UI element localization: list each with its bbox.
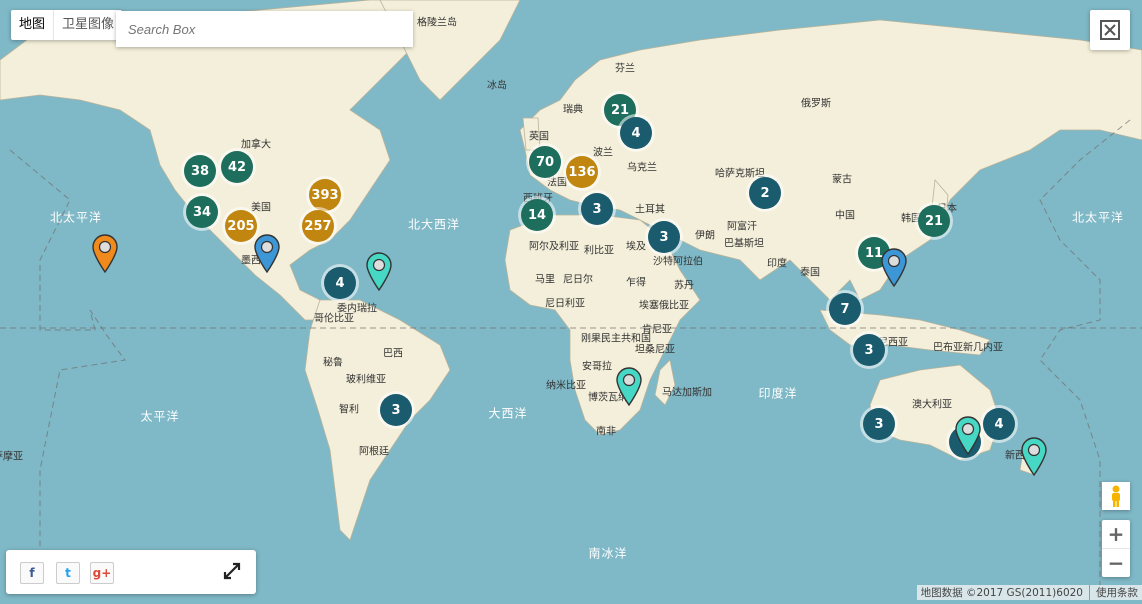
cluster-marker[interactable]: 4 (620, 117, 652, 149)
cluster-marker[interactable]: 21 (918, 205, 950, 237)
country-label: 哈萨克斯坦 (715, 168, 765, 180)
zoom-in-button[interactable]: + (1102, 520, 1130, 548)
country-label: 中国 (835, 210, 855, 222)
cluster-marker[interactable]: 3 (648, 221, 680, 253)
country-label: 波兰 (593, 147, 613, 159)
country-label: 巴布亚新几内亚 (933, 342, 1003, 354)
country-label: 纳米比亚 (546, 380, 586, 392)
map-pin-marker[interactable] (954, 415, 982, 456)
country-label: 尼日尔 (563, 274, 593, 286)
ocean-label-atlantic: 大西洋 (488, 406, 528, 421)
country-label: 南非 (596, 426, 616, 438)
country-label: 伊朗 (695, 230, 715, 242)
ocean-label-indian: 印度洋 (758, 386, 798, 401)
country-label: 哥伦比亚 (314, 313, 354, 325)
cluster-marker[interactable]: 3 (853, 334, 885, 366)
country-label: 阿富汗 (727, 221, 757, 233)
share-panel: f t g+ (6, 550, 256, 594)
country-label: 巴西 (383, 348, 403, 360)
country-label: 秘鲁 (323, 357, 343, 369)
cluster-marker[interactable]: 3 (581, 193, 613, 225)
country-label: 澳大利亚 (912, 399, 952, 411)
country-label: 乌克兰 (627, 162, 657, 174)
zoom-control: + − (1102, 520, 1130, 577)
country-label: 阿尔及利亚 (529, 241, 579, 253)
country-label: 萨摩亚 (0, 451, 23, 463)
country-label: 巴基斯坦 (724, 238, 764, 250)
country-label: 玻利维亚 (346, 374, 386, 386)
country-label: 乍得 (626, 277, 646, 289)
map-pin-marker[interactable] (365, 251, 393, 292)
map-type-map-button[interactable]: 地图 (11, 10, 53, 40)
fullscreen-button[interactable] (1090, 10, 1130, 50)
cluster-marker[interactable]: 14 (521, 199, 553, 231)
twitter-icon: t (65, 566, 71, 580)
country-label: 沙特阿拉伯 (653, 256, 703, 268)
cluster-marker[interactable]: 136 (566, 156, 598, 188)
map-type-satellite-button[interactable]: 卫星图像 (53, 10, 122, 40)
zoom-out-button[interactable]: − (1102, 548, 1130, 577)
map-type-control: 地图 卫星图像 (11, 10, 123, 40)
country-label: 俄罗斯 (801, 98, 831, 110)
country-label: 泰国 (800, 267, 820, 279)
country-label: 蒙古 (832, 174, 852, 186)
map-pin-marker[interactable] (253, 233, 281, 274)
country-label: 土耳其 (635, 204, 665, 216)
cluster-marker[interactable]: 4 (324, 267, 356, 299)
country-label: 坦桑尼亚 (635, 344, 675, 356)
google-plus-icon: g+ (92, 566, 112, 580)
country-label: 肯尼亚 (642, 324, 672, 336)
map-data-attribution: 地图数据 ©2017 GS(2011)6020 (920, 587, 1083, 599)
country-label: 格陵兰岛 (417, 17, 457, 29)
country-label: 美国 (251, 202, 271, 214)
country-label: 苏丹 (674, 280, 694, 292)
search-input[interactable] (116, 11, 413, 47)
country-label: 加拿大 (241, 139, 271, 151)
fullscreen-icon (1100, 20, 1120, 40)
country-label: 马里 (535, 274, 555, 286)
street-view-pegman-button[interactable] (1102, 482, 1130, 510)
map-pin-marker[interactable] (1020, 436, 1048, 477)
cluster-marker[interactable]: 42 (221, 151, 253, 183)
country-label: 埃塞俄比亚 (639, 300, 689, 312)
cluster-marker[interactable]: 7 (829, 293, 861, 325)
cluster-marker[interactable]: 4 (983, 408, 1015, 440)
cluster-marker[interactable]: 393 (309, 179, 341, 211)
cluster-marker[interactable]: 3 (863, 408, 895, 440)
country-label: 阿根廷 (359, 446, 389, 458)
ocean-label-north-pacific-right: 北太平洋 (1071, 210, 1125, 225)
cluster-marker[interactable]: 70 (529, 146, 561, 178)
country-label: 利比亚 (584, 245, 614, 257)
map-attribution: 地图数据 ©2017 GS(2011)6020 使用条款 (916, 585, 1142, 600)
country-label: 安哥拉 (582, 361, 612, 373)
map-pin-marker[interactable] (91, 233, 119, 274)
facebook-icon: f (29, 566, 35, 580)
country-label: 智利 (339, 404, 359, 416)
country-label: 冰岛 (487, 80, 507, 92)
facebook-share-button[interactable]: f (20, 562, 44, 584)
ocean-label-pacific: 太平洋 (140, 409, 180, 424)
expand-icon[interactable] (222, 561, 242, 581)
country-label: 埃及 (626, 241, 646, 253)
map-pin-marker[interactable] (615, 366, 643, 407)
country-label: 瑞典 (563, 104, 583, 116)
twitter-share-button[interactable]: t (56, 562, 80, 584)
cluster-marker[interactable]: 3 (380, 394, 412, 426)
terms-of-use-link[interactable]: 使用条款 (1089, 585, 1138, 600)
ocean-label-north-atlantic: 北大西洋 (407, 217, 461, 232)
country-label: 英国 (529, 131, 549, 143)
ocean-label-north-pacific-left: 北太平洋 (49, 210, 103, 225)
cluster-marker[interactable]: 38 (184, 155, 216, 187)
cluster-marker[interactable]: 2 (749, 177, 781, 209)
cluster-marker[interactable]: 257 (302, 210, 334, 242)
map-pin-marker[interactable] (880, 247, 908, 288)
country-label: 尼日利亚 (545, 298, 585, 310)
country-label: 马达加斯加 (662, 387, 712, 399)
country-label: 印度 (767, 258, 787, 270)
pegman-icon (1112, 485, 1120, 507)
cluster-marker[interactable]: 34 (186, 196, 218, 228)
google-plus-share-button[interactable]: g+ (90, 562, 114, 584)
country-label: 芬兰 (615, 63, 635, 75)
ocean-label-southern: 南冰洋 (588, 546, 628, 561)
